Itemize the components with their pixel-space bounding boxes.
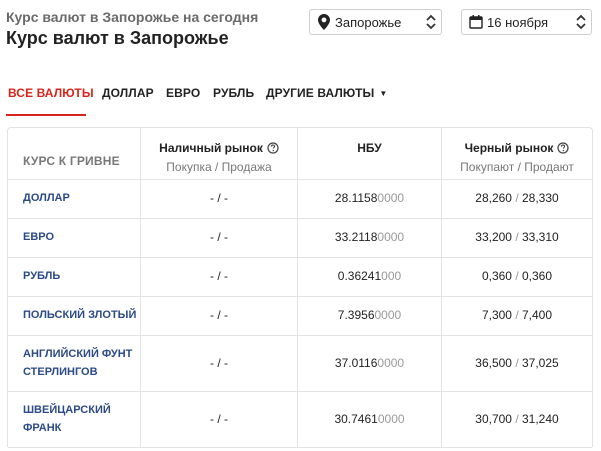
currency-name[interactable]: ШВЕЙЦАРСКИЙ ФРАНК — [23, 401, 111, 437]
currency-name[interactable]: РУБЛЬ — [23, 267, 60, 285]
currency-name-line: СТЕРЛИНГОВ — [23, 366, 98, 378]
rates-table: КУРС К ГРИВНЕ Наличный рынок Покупка / П… — [7, 127, 593, 448]
black-market-rate: 33,200 / 33,310 — [475, 230, 559, 244]
cash-market-header: Наличный рынок Покупка / Продажа — [141, 139, 297, 174]
black-buy: 30,700 — [475, 412, 512, 426]
black-buy: 28,260 — [475, 191, 512, 205]
date-select-value: 16 ноября — [487, 14, 549, 30]
currency-name-line: АНГЛИЙСКИЙ ФУНТ — [23, 348, 133, 360]
help-icon[interactable] — [267, 142, 279, 154]
nbu-rate-main: 33.2118 — [334, 230, 378, 244]
table-row: АНГЛИЙСКИЙ ФУНТ СТЕРЛИНГОВ - / - 37.01160… — [8, 335, 592, 392]
tab-ruble[interactable]: РУБЛЬ — [213, 86, 254, 100]
page-subtitle: Курс валют в Запорожье на сегодня — [6, 9, 259, 25]
black-buy: 0,360 — [481, 269, 512, 283]
cash-rate: - / - — [210, 191, 228, 205]
table-row: ДОЛЛАР - / - 28.11580000 28,260 / 28,330 — [8, 179, 592, 219]
black-market-header: Черный рынок Покупают / Продают — [442, 139, 592, 174]
black-market-rate: 28,260 / 28,330 — [475, 191, 559, 205]
help-icon[interactable] — [557, 142, 570, 154]
black-sell: 31,240 — [522, 412, 559, 426]
nbu-title: НБУ — [357, 141, 382, 155]
active-tab-indicator — [6, 114, 86, 116]
nbu-rate-tail: 000 — [381, 269, 402, 283]
tab-other-label: ДРУГИЕ ВАЛЮТЫ — [266, 86, 375, 100]
nbu-rate-main: 28.1158 — [334, 191, 378, 205]
currency-name[interactable]: ПОЛЬСКИЙ ЗЛОТЫЙ — [23, 306, 136, 324]
tab-dollar[interactable]: ДОЛЛАР — [102, 86, 154, 100]
page-title: Курс валют в Запорожье — [6, 28, 229, 48]
nbu-rate-tail: 0000 — [377, 191, 405, 205]
black-buy: 36,500 — [475, 356, 512, 370]
currency-name[interactable]: АНГЛИЙСКИЙ ФУНТ СТЕРЛИНГОВ — [23, 345, 132, 381]
select-arrows-icon — [575, 13, 587, 31]
calendar-icon — [467, 13, 485, 31]
currency-name-line: ФРАНК — [23, 422, 62, 434]
currency-tabs: ВСЕ ВАЛЮТЫ ДОЛЛАР ЕВРО РУБЛЬ ДРУГИЕ ВАЛЮ… — [0, 76, 601, 116]
nbu-header: НБУ — [298, 139, 441, 157]
cash-rate: - / - — [210, 308, 228, 322]
black-market-rate: 7,300 / 7,400 — [481, 308, 553, 322]
nbu-rate-tail: 0000 — [374, 308, 402, 322]
table-row: ПОЛЬСКИЙ ЗЛОТЫЙ - / - 7.39560000 7,300 /… — [8, 296, 592, 336]
black-market-rate: 0,360 / 0,360 — [481, 269, 553, 283]
nbu-rate-tail: 0000 — [377, 230, 405, 244]
caret-down-icon: ▼ — [379, 89, 388, 98]
black-market-title: Черный рынок — [464, 141, 554, 155]
table-row: РУБЛЬ - / - 0.36241000 0,360 / 0,360 — [8, 257, 592, 297]
tab-euro[interactable]: ЕВРО — [166, 86, 200, 100]
black-market-subtitle: Покупают / Продают — [460, 160, 574, 174]
date-select[interactable]: 16 ноября — [461, 9, 592, 35]
nbu-rate-main: 30.7461 — [334, 412, 378, 426]
black-buy: 33,200 — [475, 230, 512, 244]
tab-all-currencies[interactable]: ВСЕ ВАЛЮТЫ — [8, 86, 94, 100]
nbu-rate-main: 7.3956 — [337, 308, 375, 322]
cash-rate: - / - — [210, 356, 228, 370]
cash-market-title: Наличный рынок — [159, 141, 263, 155]
black-market-rate: 36,500 / 37,025 — [475, 356, 559, 370]
black-sell: 37,025 — [522, 356, 559, 370]
black-sell: 0,360 — [522, 269, 553, 283]
black-sell: 28,330 — [522, 191, 559, 205]
nbu-rate-tail: 0000 — [377, 412, 405, 426]
currency-name[interactable]: ЕВРО — [23, 228, 54, 246]
black-sell: 33,310 — [522, 230, 559, 244]
cash-rate: - / - — [210, 412, 228, 426]
nbu-rate-main: 0.36241 — [337, 269, 382, 283]
black-sell: 7,400 — [522, 308, 553, 322]
table-header: КУРС К ГРИВНЕ Наличный рынок Покупка / П… — [8, 128, 592, 180]
nbu-rate: 30.74610000 — [298, 412, 441, 426]
nbu-rate: 33.21180000 — [298, 230, 441, 244]
black-market-rate: 30,700 / 31,240 — [475, 412, 559, 426]
black-buy: 7,300 — [481, 308, 512, 322]
nbu-rate: 28.11580000 — [298, 191, 441, 205]
currency-name-line: ШВЕЙЦАРСКИЙ — [23, 404, 111, 416]
rates-label: КУРС К ГРИВНЕ — [23, 154, 120, 168]
nbu-rate: 37.01160000 — [298, 356, 441, 370]
cash-rate: - / - — [210, 269, 228, 283]
table-row: ШВЕЙЦАРСКИЙ ФРАНК - / - 30.74610000 30,70… — [8, 391, 592, 448]
table-row: ЕВРО - / - 33.21180000 33,200 / 33,310 — [8, 218, 592, 258]
location-pin-icon — [315, 13, 333, 31]
currency-name[interactable]: ДОЛЛАР — [23, 189, 70, 207]
select-arrows-icon — [425, 13, 437, 31]
nbu-rate: 0.36241000 — [298, 269, 441, 283]
city-select[interactable]: Запорожье — [309, 9, 442, 35]
nbu-rate: 7.39560000 — [298, 308, 441, 322]
city-select-value: Запорожье — [335, 14, 402, 30]
cash-rate: - / - — [210, 230, 228, 244]
cash-market-subtitle: Покупка / Продажа — [166, 160, 272, 174]
tab-other-currencies[interactable]: ДРУГИЕ ВАЛЮТЫ ▼ — [266, 86, 387, 100]
nbu-rate-tail: 0000 — [377, 356, 405, 370]
nbu-rate-main: 37.0116 — [334, 356, 378, 370]
